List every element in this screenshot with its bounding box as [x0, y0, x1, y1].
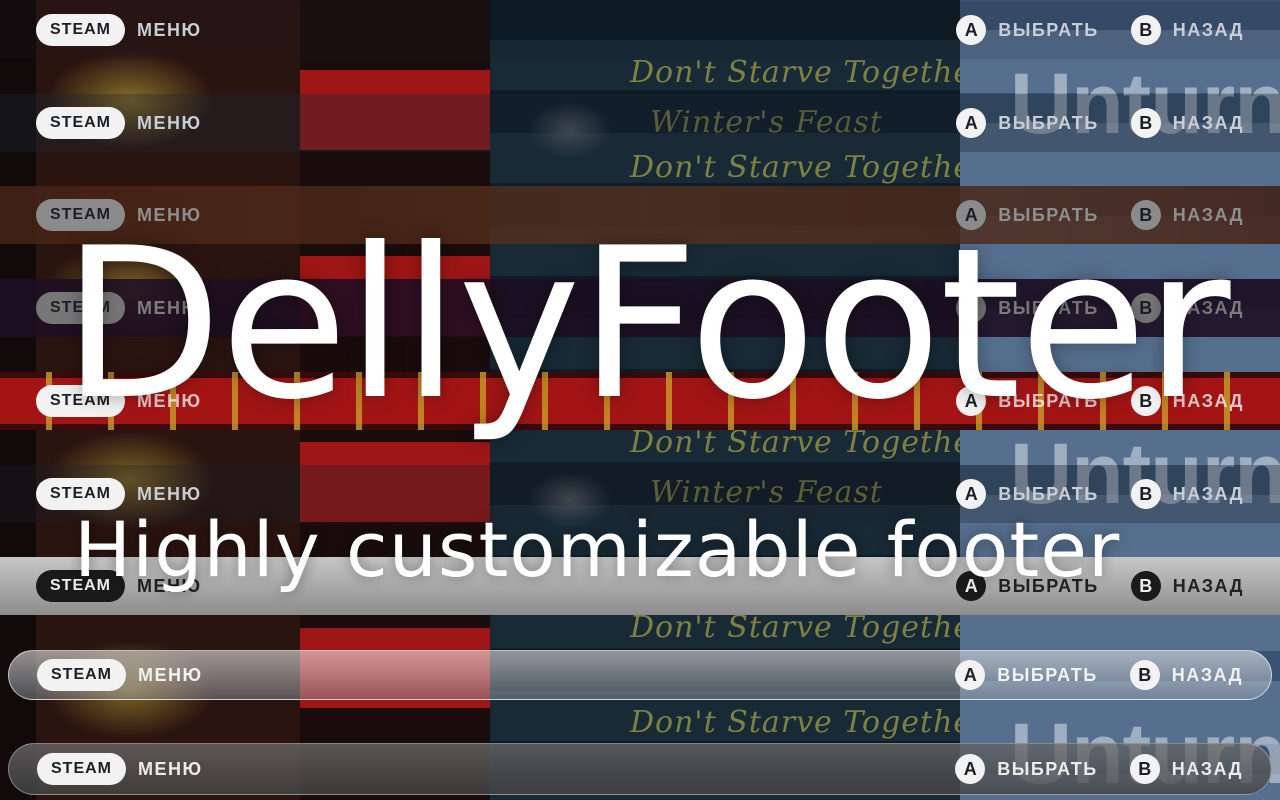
game-title-art: Don't Starve Together [630, 610, 988, 645]
footer-bar-glass: STEAM МЕНЮ A ВЫБРАТЬ B НАЗАД [8, 650, 1272, 700]
steam-button[interactable]: STEAM [37, 659, 126, 691]
back-label: НАЗАД [1172, 19, 1244, 40]
select-action[interactable]: A ВЫБРАТЬ [955, 660, 1098, 690]
footer-right-group: A ВЫБРАТЬ B НАЗАД [937, 660, 1243, 690]
back-action[interactable]: B НАЗАД [1129, 660, 1243, 690]
menu-label[interactable]: МЕНЮ [137, 20, 202, 41]
footer-left-group: STEAM МЕНЮ [37, 659, 203, 691]
steam-button[interactable]: STEAM [36, 14, 125, 46]
game-title-art: Don't Starve Together [630, 150, 988, 185]
a-button-icon: A [956, 108, 987, 138]
game-title-art: Don't Starve Together [630, 55, 988, 90]
b-button-icon: B [1129, 660, 1160, 690]
select-action[interactable]: A ВЫБРАТЬ [956, 15, 1099, 45]
footer-left-group: STEAM МЕНЮ [36, 14, 202, 46]
back-action[interactable]: B НАЗАД [1130, 15, 1244, 45]
select-label: ВЫБРАТЬ [998, 112, 1099, 133]
b-button-icon: B [1130, 108, 1161, 138]
b-button-icon: B [1130, 15, 1161, 45]
a-button-icon: A [955, 754, 986, 784]
a-button-icon: A [955, 660, 986, 690]
steam-button[interactable]: STEAM [37, 753, 126, 785]
footer-left-group: STEAM МЕНЮ [37, 753, 203, 785]
back-action[interactable]: B НАЗАД [1129, 754, 1243, 784]
select-label: ВЫБРАТЬ [997, 664, 1098, 685]
footer-bar-dark-glass: STEAM МЕНЮ A ВЫБРАТЬ B НАЗАД [8, 743, 1272, 795]
select-label: ВЫБРАТЬ [997, 758, 1098, 779]
footer-right-group: A ВЫБРАТЬ B НАЗАД [937, 754, 1243, 784]
footer-right-group: A ВЫБРАТЬ B НАЗАД [938, 108, 1244, 138]
back-action[interactable]: B НАЗАД [1130, 108, 1244, 138]
footer-left-group: STEAM МЕНЮ [36, 107, 202, 139]
menu-label[interactable]: МЕНЮ [138, 665, 203, 686]
back-label: НАЗАД [1171, 758, 1243, 779]
footer-bar-default: STEAM МЕНЮ A ВЫБРАТЬ B НАЗАД [0, 1, 1280, 59]
headline-subtitle: Highly customizable footer [74, 505, 1121, 594]
select-action[interactable]: A ВЫБРАТЬ [956, 108, 1099, 138]
headline-title: DellyFooter [62, 204, 1231, 446]
a-button-icon: A [956, 15, 987, 45]
select-action[interactable]: A ВЫБРАТЬ [955, 754, 1098, 784]
back-label: НАЗАД [1171, 664, 1243, 685]
select-label: ВЫБРАТЬ [998, 19, 1099, 40]
b-button-icon: B [1129, 754, 1160, 784]
menu-label[interactable]: МЕНЮ [137, 113, 202, 134]
footer-right-group: A ВЫБРАТЬ B НАЗАД [938, 15, 1244, 45]
game-title-art: Don't Starve Together [630, 705, 988, 740]
footer-bar-dark-blue: STEAM МЕНЮ A ВЫБРАТЬ B НАЗАД [0, 94, 1280, 152]
back-label: НАЗАД [1172, 112, 1244, 133]
menu-label[interactable]: МЕНЮ [138, 759, 203, 780]
steam-button[interactable]: STEAM [36, 107, 125, 139]
